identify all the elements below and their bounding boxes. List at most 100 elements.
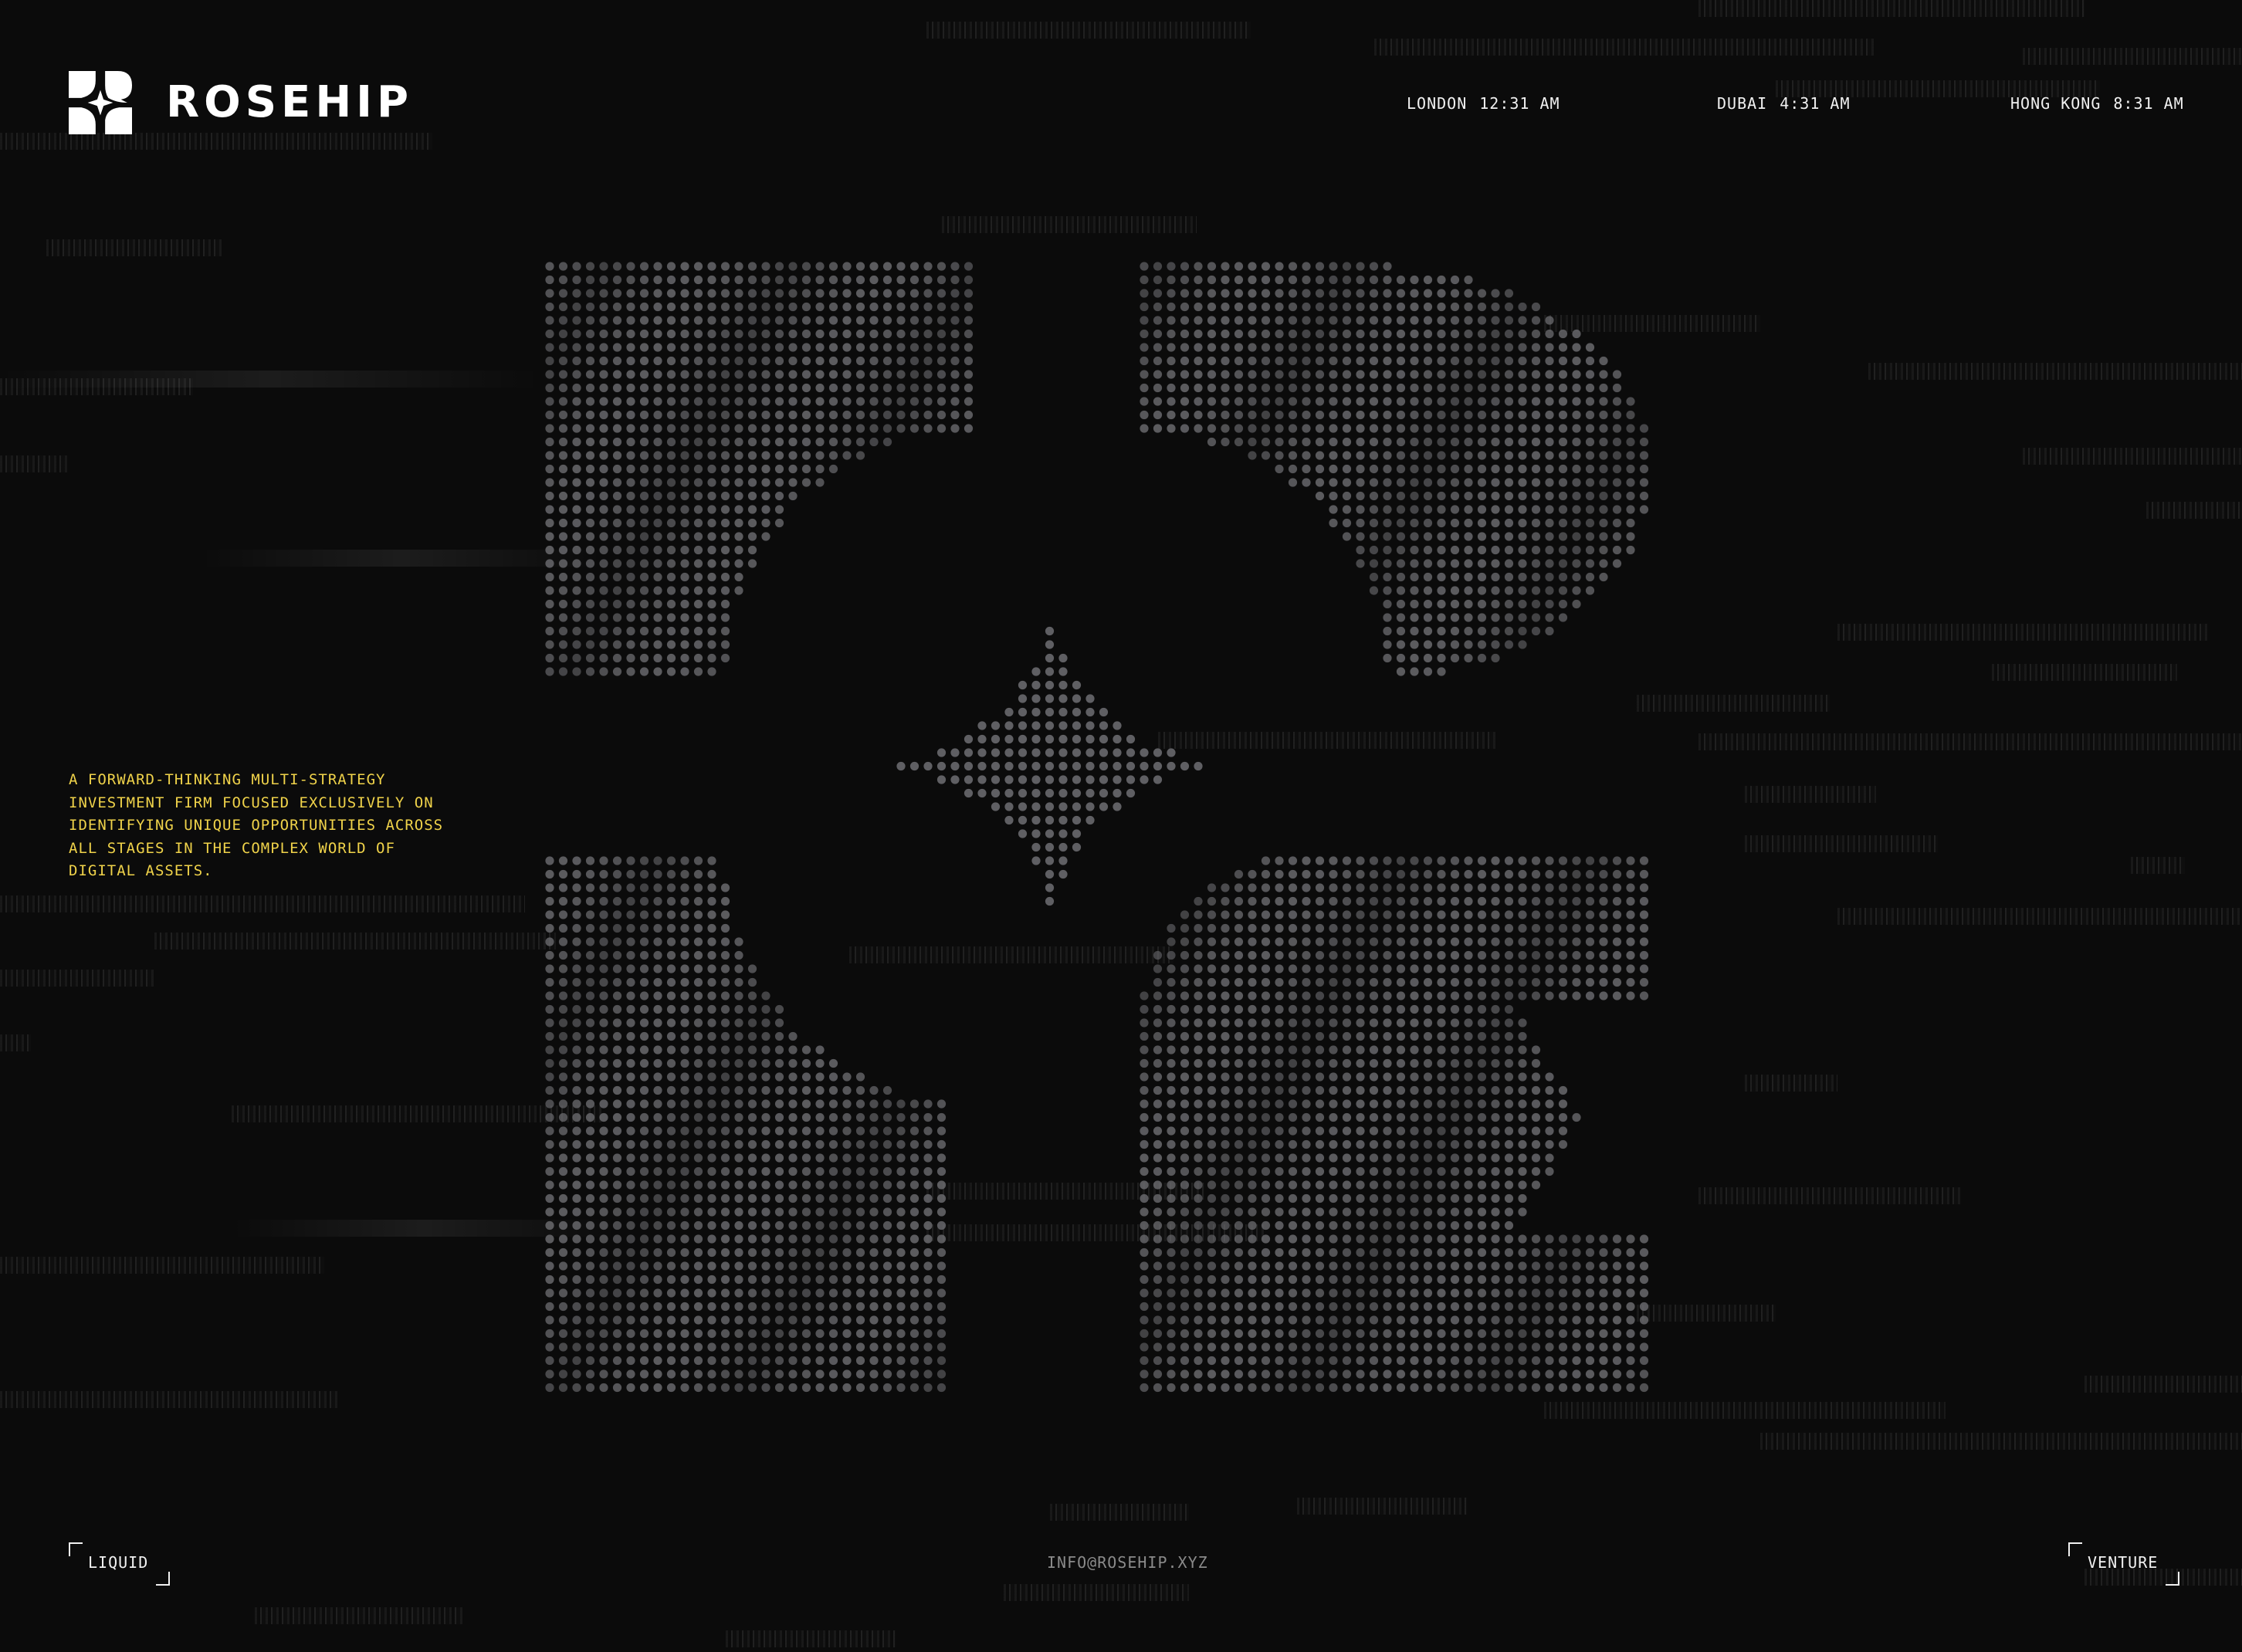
monogram-dot	[747, 1153, 757, 1163]
monogram-dot	[1369, 1288, 1379, 1298]
monogram-dot	[1585, 1342, 1595, 1352]
monogram-dot	[1342, 1220, 1352, 1231]
monogram-dot	[1639, 478, 1649, 487]
monogram-dot	[1464, 856, 1473, 865]
monogram-dot	[1612, 937, 1622, 946]
monogram-dot	[1545, 1342, 1554, 1352]
rosehip-star-logo-icon	[69, 71, 132, 134]
monogram-dot	[842, 1356, 852, 1366]
liquid-link[interactable]: LIQUID	[69, 1542, 171, 1586]
monogram-dot	[1207, 950, 1217, 960]
monogram-dot	[653, 505, 662, 514]
monogram-dot	[896, 1383, 906, 1393]
monogram-dot	[1085, 707, 1095, 717]
monogram-dot	[1221, 302, 1230, 312]
monogram-dot	[1518, 626, 1527, 636]
monogram-dot	[599, 289, 608, 298]
monogram-dot	[599, 532, 608, 541]
monogram-dot	[1612, 1247, 1622, 1258]
monogram-dot	[1491, 1112, 1500, 1122]
monogram-dot	[639, 1220, 649, 1231]
monogram-dot	[1315, 856, 1325, 865]
brand-logo[interactable]: ROSEHIP	[69, 71, 413, 134]
monogram-dot	[896, 1302, 906, 1312]
monogram-dot	[815, 464, 825, 474]
monogram-dot	[1275, 1369, 1284, 1379]
monogram-dot	[1180, 1180, 1190, 1190]
monogram-dot	[1221, 1112, 1230, 1122]
monogram-dot	[1288, 977, 1298, 987]
monogram-dot	[815, 1099, 825, 1109]
monogram-dot	[1450, 599, 1460, 609]
monogram-dot	[747, 964, 757, 973]
monogram-dot	[1167, 1207, 1176, 1217]
monogram-dot	[734, 991, 743, 1000]
monogram-dot	[815, 1275, 825, 1285]
monogram-dot	[747, 1369, 757, 1379]
monogram-dot	[1369, 437, 1379, 447]
monogram-dot	[1396, 1315, 1406, 1325]
monogram-dot	[1531, 964, 1541, 973]
monogram-dot	[1369, 1193, 1379, 1203]
monogram-dot	[788, 356, 798, 366]
monogram-dot	[653, 1099, 662, 1109]
monogram-dot	[545, 532, 554, 541]
monogram-dot	[1477, 1112, 1487, 1122]
monogram-dot	[1140, 383, 1149, 393]
monogram-dot	[991, 775, 1001, 784]
monogram-dot	[1437, 1247, 1446, 1258]
monogram-dot	[1504, 1139, 1514, 1149]
monogram-dot	[1288, 302, 1298, 312]
monogram-dot	[639, 1126, 649, 1136]
monogram-dot	[734, 545, 743, 555]
monogram-dot	[653, 545, 662, 555]
monogram-dot	[1423, 316, 1433, 325]
monogram-dot	[828, 1166, 838, 1176]
monogram-dot	[788, 397, 798, 406]
monogram-dot	[761, 1058, 770, 1068]
monogram-dot	[855, 1193, 865, 1203]
monogram-dot	[1356, 964, 1365, 973]
monogram-dot	[950, 329, 960, 339]
monogram-dot	[693, 1193, 703, 1203]
monogram-dot	[558, 1247, 568, 1258]
monogram-dot	[626, 559, 635, 568]
monogram-dot	[828, 1356, 838, 1366]
monogram-dot	[1329, 923, 1338, 933]
monogram-dot	[707, 1302, 716, 1312]
monogram-dot	[1491, 613, 1500, 622]
email-link[interactable]: INFO@ROSEHIP.XYZ	[1047, 1553, 1208, 1572]
venture-link[interactable]: VENTURE	[2068, 1542, 2180, 1586]
monogram-dot	[1450, 977, 1460, 987]
monogram-dot	[1302, 343, 1311, 352]
monogram-dot	[1221, 370, 1230, 379]
monogram-dot	[1180, 1234, 1190, 1244]
monogram-dot	[761, 1180, 770, 1190]
monogram-dot	[1342, 1369, 1352, 1379]
monogram-dot	[720, 883, 730, 892]
monogram-dot	[1329, 491, 1338, 501]
monogram-dot	[1153, 1302, 1163, 1312]
monogram-dot	[1545, 586, 1554, 595]
monogram-dot	[1085, 748, 1095, 757]
monogram-dot	[545, 329, 554, 339]
monogram-dot	[1261, 977, 1271, 987]
monogram-dot	[626, 1356, 635, 1366]
monogram-dot	[774, 1369, 784, 1379]
monogram-dot	[558, 1166, 568, 1176]
monogram-dot	[1329, 1329, 1338, 1339]
monogram-dot	[707, 1072, 716, 1082]
monogram-dot	[1167, 262, 1176, 271]
monogram-dot	[1396, 1139, 1406, 1149]
monogram-dot	[1396, 437, 1406, 447]
monogram-dot	[1477, 977, 1487, 987]
monogram-dot	[747, 397, 757, 406]
monogram-dot	[545, 1031, 554, 1041]
monogram-dot	[1410, 518, 1419, 528]
monogram-dot	[882, 1180, 892, 1190]
monogram-dot	[1464, 1180, 1473, 1190]
monogram-dot	[1464, 1085, 1473, 1095]
monogram-dot	[1342, 451, 1352, 460]
monogram-dot	[1072, 829, 1082, 838]
monogram-dot	[1356, 1247, 1365, 1258]
